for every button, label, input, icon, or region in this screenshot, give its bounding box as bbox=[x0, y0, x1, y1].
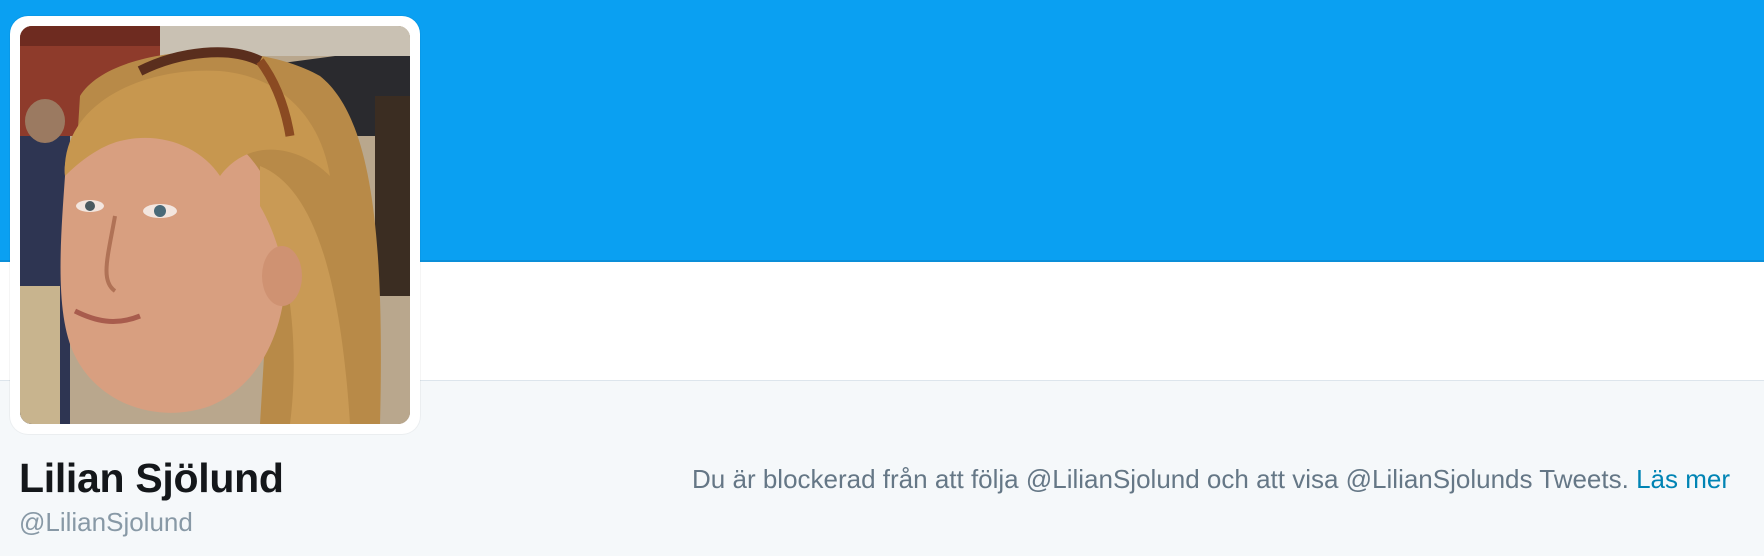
blocked-notice-text: Du är blockerad från att följa @LilianSj… bbox=[692, 464, 1629, 494]
avatar-photo-image bbox=[20, 26, 410, 424]
profile-page: Lilian Sjölund @LilianSjolund Du är bloc… bbox=[0, 0, 1764, 556]
profile-display-name[interactable]: Lilian Sjölund bbox=[19, 455, 284, 502]
learn-more-link[interactable]: Läs mer bbox=[1636, 464, 1730, 494]
avatar[interactable] bbox=[20, 26, 410, 424]
profile-avatar-frame[interactable] bbox=[10, 16, 420, 434]
blocked-notice: Du är blockerad från att följa @LilianSj… bbox=[692, 464, 1730, 495]
profile-handle[interactable]: @LilianSjolund bbox=[19, 507, 193, 538]
